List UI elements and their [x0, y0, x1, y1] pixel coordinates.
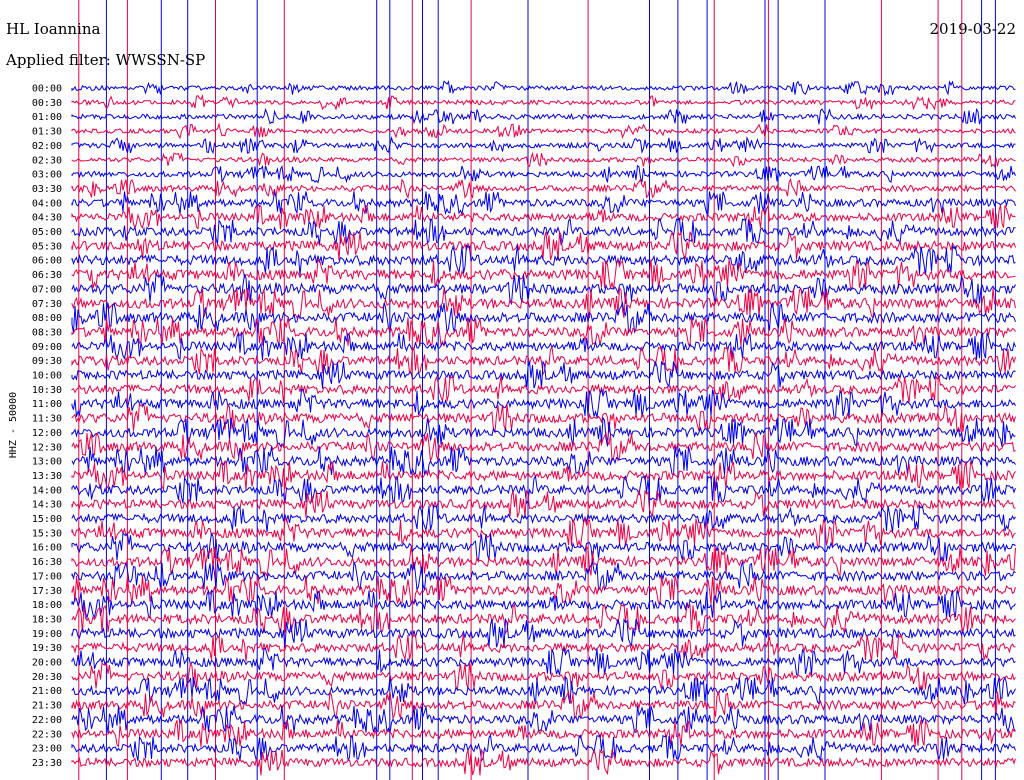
trace-row: [71, 489, 1016, 518]
trace-row: [71, 733, 1016, 763]
row-time-label: 07:30: [32, 299, 62, 310]
row-time-label: 11:00: [32, 399, 62, 410]
channel-label: HHZ - 50000: [8, 392, 19, 458]
row-time-label: 01:00: [32, 112, 62, 123]
trace-row: [71, 387, 1016, 419]
row-time-label: 17:00: [32, 571, 62, 582]
trace-row: [71, 560, 1016, 592]
row-time-label: 07:00: [32, 284, 62, 295]
trace-row: [71, 80, 1016, 97]
trace-row: [71, 748, 1016, 776]
row-time-label: 00:30: [32, 98, 62, 109]
helicorder-plot: 00:00 00:30 01:00 01:30 02:00 02:30 03:00 03:30…: [8, 0, 1016, 780]
row-time-label: 18:00: [32, 600, 62, 611]
trace-row: [71, 135, 1016, 155]
row-time-label: 21:00: [32, 686, 62, 697]
trace-row: [71, 203, 1016, 230]
trace-row: [71, 633, 1016, 662]
row-time-label: 13:30: [32, 471, 62, 482]
row-time-label: 15:30: [32, 528, 62, 539]
row-time-label: 06:30: [32, 270, 62, 281]
row-time-label: 15:00: [32, 514, 62, 525]
row-time-label: 21:30: [32, 701, 62, 712]
row-time-label: 13:00: [32, 457, 62, 468]
row-time-label: 09:30: [32, 356, 62, 367]
row-time-label: 22:00: [32, 715, 62, 726]
row-time-label: 06:00: [32, 256, 62, 267]
row-time-label: 08:00: [32, 313, 62, 324]
row-time-label: 01:30: [32, 127, 62, 138]
filter-label: Applied filter: WWSSN-SP: [6, 51, 206, 69]
row-time-label: 23:30: [32, 758, 62, 769]
trace-row: [71, 345, 1016, 376]
trace-row: [71, 705, 1016, 734]
trace-row: [71, 661, 1016, 692]
row-time-label: 02:00: [32, 141, 62, 152]
row-time-label: 23:00: [32, 744, 62, 755]
row-time-label: 05:00: [32, 227, 62, 238]
row-time-label: 18:30: [32, 614, 62, 625]
trace-row: [71, 446, 1016, 476]
date-label: 2019-03-22: [929, 20, 1016, 38]
row-time-label: 02:30: [32, 155, 62, 166]
row-time-label: 20:30: [32, 672, 62, 683]
trace-row: [71, 177, 1016, 200]
row-time-label: 19:00: [32, 629, 62, 640]
row-time-label: 14:00: [32, 485, 62, 496]
trace-row: [71, 107, 1016, 125]
row-time-label: 17:30: [32, 586, 62, 597]
row-time-label: 12:30: [32, 442, 62, 453]
trace-row: [71, 646, 1016, 677]
row-time-label: 03:00: [32, 170, 62, 181]
time-tick-labels: 00:00 00:30 01:00 01:30 02:00 02:30 03:00 03:30…: [32, 84, 62, 769]
row-time-label: 11:30: [32, 414, 62, 425]
trace-row: [71, 504, 1016, 533]
row-time-label: 04:00: [32, 198, 62, 209]
row-time-label: 00:00: [32, 84, 62, 95]
trace-row: [71, 94, 1016, 111]
row-time-label: 04:30: [32, 213, 62, 224]
row-time-label: 19:30: [32, 643, 62, 654]
trace-row: [71, 675, 1016, 707]
row-time-label: 16:30: [32, 557, 62, 568]
trace-rows: [71, 80, 1016, 776]
row-time-label: 10:00: [32, 371, 62, 382]
trace-row: [71, 164, 1016, 184]
row-time-label: 14:30: [32, 500, 62, 511]
trace-row: [71, 122, 1016, 140]
row-time-label: 12:00: [32, 428, 62, 439]
trace-row: [71, 217, 1016, 246]
trace-row: [71, 151, 1016, 168]
trace-row: [71, 190, 1016, 216]
trace-row: [71, 603, 1016, 635]
row-time-label: 16:00: [32, 543, 62, 554]
trace-row: [71, 431, 1016, 463]
station-title: HL Ioannina: [6, 20, 101, 38]
trace-row: [71, 416, 1016, 449]
row-time-label: 10:30: [32, 385, 62, 396]
row-time-label: 20:00: [32, 658, 62, 669]
trace-row: [71, 719, 1016, 748]
row-time-label: 22:30: [32, 729, 62, 740]
row-time-label: 03:30: [32, 184, 62, 195]
row-time-label: 09:00: [32, 342, 62, 353]
row-time-label: 08:30: [32, 327, 62, 338]
row-time-label: 05:30: [32, 241, 62, 252]
